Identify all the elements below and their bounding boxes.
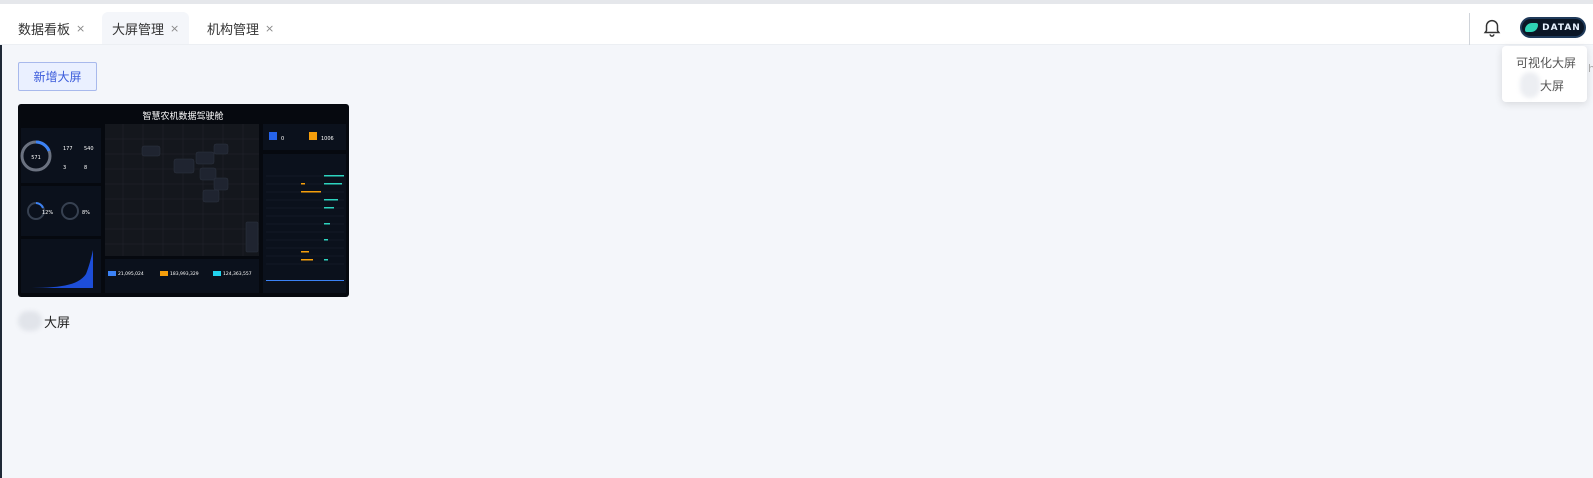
screen-card-thumbnail[interactable]: 智慧农机数据驾驶舱 571 177 540 3 8 12% 8% 21,095,…: [18, 104, 349, 297]
svg-text:571: 571: [31, 155, 41, 161]
tab-bar: 数据看板 × 大屏管理 × 机构管理 × DATAN: [0, 4, 1593, 45]
dashboard-thumbnail: 智慧农机数据驾驶舱 571 177 540 3 8 12% 8% 21,095,…: [18, 104, 349, 297]
close-icon[interactable]: ×: [170, 22, 179, 35]
svg-text:3: 3: [63, 165, 66, 171]
window-left-edge: [0, 0, 2, 478]
svg-text:0: 0: [281, 136, 284, 142]
svg-text:183,993,329: 183,993,329: [170, 271, 199, 277]
bell-icon[interactable]: [1481, 16, 1503, 38]
dropdown-item-visual-screen[interactable]: 可视化大屏: [1516, 54, 1576, 71]
svg-text:177: 177: [63, 146, 73, 152]
close-icon[interactable]: ×: [76, 22, 85, 35]
svg-text:8%: 8%: [82, 210, 90, 216]
svg-text:21,095,024: 21,095,024: [118, 271, 144, 277]
screen-type-dropdown: 可视化大屏 大屏: [1502, 46, 1587, 102]
tab-label: 机构管理: [207, 22, 260, 38]
tab-org-management[interactable]: 机构管理 ×: [207, 12, 274, 44]
tab-label: 大屏管理: [112, 22, 165, 38]
svg-text:12%: 12%: [42, 210, 53, 216]
leaf-icon: [1525, 23, 1539, 32]
svg-text:540: 540: [84, 146, 94, 152]
tab-label: 数据看板: [18, 22, 71, 38]
dropdown-item-screen[interactable]: 大屏: [1540, 77, 1564, 94]
header-divider: [1469, 13, 1470, 45]
card-name-text: 大屏: [44, 315, 71, 331]
add-screen-button[interactable]: 新增大屏: [18, 62, 97, 91]
screen-card-name[interactable]: 大屏: [18, 311, 70, 331]
thumb-title: 智慧农机数据驾驶舱: [142, 110, 223, 122]
svg-text:1006: 1006: [321, 136, 334, 142]
tab-data-board[interactable]: 数据看板 ×: [18, 12, 85, 44]
tab-screen-management[interactable]: 大屏管理 ×: [102, 12, 190, 44]
svg-text:124,363,557: 124,363,557: [223, 271, 252, 277]
brand-badge[interactable]: DATAN: [1520, 17, 1586, 38]
svg-text:8: 8: [84, 165, 87, 171]
close-icon[interactable]: ×: [265, 22, 274, 35]
clipped-text: h: [1588, 62, 1593, 75]
blurred-text: [18, 311, 42, 331]
brand-label: DATAN: [1542, 22, 1581, 33]
blurred-text: [1520, 72, 1540, 98]
